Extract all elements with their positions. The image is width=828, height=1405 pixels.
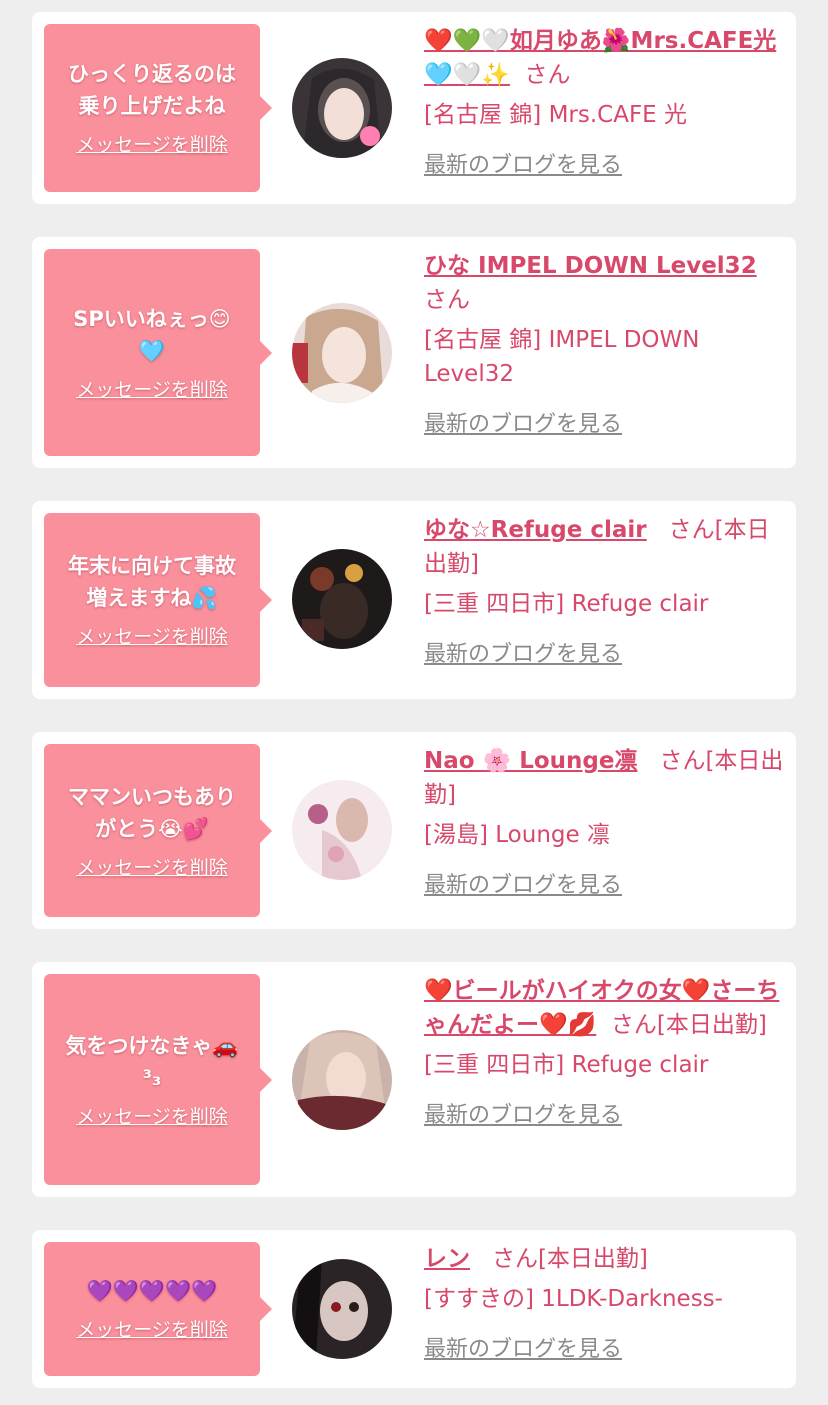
avatar[interactable] bbox=[292, 303, 392, 403]
avatar[interactable] bbox=[292, 58, 392, 158]
message-text: SPいいねぇっ😊 🩵 bbox=[73, 306, 231, 363]
honorific: さん bbox=[668, 517, 715, 543]
sender-info: Nao 🌸 Lounge凛 さん[本日出勤] [湯島] Lounge 凛 最新の… bbox=[424, 744, 784, 902]
message-text: 気をつけなきゃ🚗 ³₃ bbox=[65, 1033, 239, 1090]
avatar[interactable] bbox=[292, 1030, 392, 1130]
message-card: 気をつけなきゃ🚗 ³₃ メッセージを削除 ❤️ビールがハイオクの女❤️さーちゃん… bbox=[32, 962, 796, 1197]
sender-name-link[interactable]: ❤️💚🤍如月ゆあ🌺Mrs.CAFE光🩵🤍✨ bbox=[424, 28, 776, 88]
shop-label: [湯島] Lounge 凛 bbox=[424, 822, 610, 848]
message-bubble: 💜💜💜💜💜 メッセージを削除 bbox=[44, 1242, 272, 1376]
latest-blog-link[interactable]: 最新のブログを見る bbox=[424, 1101, 622, 1131]
message-bubble: 気をつけなきゃ🚗 ³₃ メッセージを削除 bbox=[44, 974, 272, 1185]
delete-message-link[interactable]: メッセージを削除 bbox=[76, 1104, 228, 1130]
avatar[interactable] bbox=[292, 780, 392, 880]
sender-name-link[interactable]: ひな IMPEL DOWN Level32 bbox=[424, 253, 757, 279]
latest-blog-link[interactable]: 最新のブログを見る bbox=[424, 640, 622, 670]
delete-message-link[interactable]: メッセージを削除 bbox=[76, 132, 228, 158]
latest-blog-link[interactable]: 最新のブログを見る bbox=[424, 871, 622, 901]
attendance-status: [本日出勤] bbox=[537, 1246, 648, 1272]
honorific: さん bbox=[610, 1012, 657, 1038]
message-text: ママンいつもあり がとう😭💕 bbox=[68, 784, 236, 841]
avatar[interactable] bbox=[292, 1259, 392, 1359]
sender-name-link[interactable]: Nao 🌸 Lounge凛 bbox=[424, 748, 638, 774]
avatar[interactable] bbox=[292, 549, 392, 649]
sender-info: ゆな☆Refuge clair さん[本日出勤] [三重 四日市] Refuge… bbox=[424, 513, 784, 671]
latest-blog-link[interactable]: 最新のブログを見る bbox=[424, 151, 622, 181]
message-card: 💜💜💜💜💜 メッセージを削除 レン さん[本日出勤] [すすきの] 1LDK-D… bbox=[32, 1230, 796, 1388]
honorific: さん bbox=[424, 287, 470, 313]
shop-label: [三重 四日市] Refuge clair bbox=[424, 591, 709, 617]
message-bubble: 年末に向けて事故 増えますね💦 メッセージを削除 bbox=[44, 513, 272, 687]
sender-info: ひな IMPEL DOWN Level32 さん [名古屋 錦] IMPEL D… bbox=[424, 249, 784, 441]
honorific: さん bbox=[491, 1246, 538, 1272]
message-bubble: ママンいつもあり がとう😭💕 メッセージを削除 bbox=[44, 744, 272, 917]
latest-blog-link[interactable]: 最新のブログを見る bbox=[424, 1335, 622, 1365]
shop-label: [三重 四日市] Refuge clair bbox=[424, 1052, 709, 1078]
honorific: さん bbox=[659, 748, 706, 774]
delete-message-link[interactable]: メッセージを削除 bbox=[76, 855, 228, 881]
sender-name-link[interactable]: レン bbox=[424, 1246, 470, 1272]
message-text: ひっくり返るのは 乗り上げだよね bbox=[68, 62, 236, 118]
latest-blog-link[interactable]: 最新のブログを見る bbox=[424, 410, 622, 440]
shop-label: [すすきの] 1LDK-Darkness- bbox=[424, 1286, 723, 1312]
sender-info: レン さん[本日出勤] [すすきの] 1LDK-Darkness- 最新のブログ… bbox=[424, 1242, 784, 1366]
shop-label: [名古屋 錦] IMPEL DOWN Level32 bbox=[424, 327, 700, 387]
message-card: 年末に向けて事故 増えますね💦 メッセージを削除 ゆな☆Refuge clair… bbox=[32, 501, 796, 699]
delete-message-link[interactable]: メッセージを削除 bbox=[76, 1317, 228, 1343]
shop-label: [名古屋 錦] Mrs.CAFE 光 bbox=[424, 102, 688, 128]
message-card: ひっくり返るのは 乗り上げだよね メッセージを削除 ❤️💚🤍如月ゆあ🌺Mrs.C… bbox=[32, 12, 796, 204]
honorific: さん bbox=[524, 62, 571, 88]
message-text: 年末に向けて事故 増えますね💦 bbox=[68, 554, 236, 610]
attendance-status: [本日出勤] bbox=[656, 1012, 767, 1038]
delete-message-link[interactable]: メッセージを削除 bbox=[76, 377, 228, 403]
sender-info: ❤️💚🤍如月ゆあ🌺Mrs.CAFE光🩵🤍✨ さん [名古屋 錦] Mrs.CAF… bbox=[424, 24, 784, 182]
message-card: ママンいつもあり がとう😭💕 メッセージを削除 Nao 🌸 Lounge凛 さん… bbox=[32, 732, 796, 929]
message-bubble: ひっくり返るのは 乗り上げだよね メッセージを削除 bbox=[44, 24, 272, 192]
sender-name-link[interactable]: ゆな☆Refuge clair bbox=[424, 517, 647, 543]
sender-info: ❤️ビールがハイオクの女❤️さーちゃんだよー❤️💋 さん[本日出勤] [三重 四… bbox=[424, 974, 784, 1132]
message-card: SPいいねぇっ😊 🩵 メッセージを削除 ひな IMPEL DOWN Level3… bbox=[32, 237, 796, 468]
message-text: 💜💜💜💜💜 bbox=[86, 1279, 218, 1303]
message-bubble: SPいいねぇっ😊 🩵 メッセージを削除 bbox=[44, 249, 272, 456]
delete-message-link[interactable]: メッセージを削除 bbox=[76, 624, 228, 650]
